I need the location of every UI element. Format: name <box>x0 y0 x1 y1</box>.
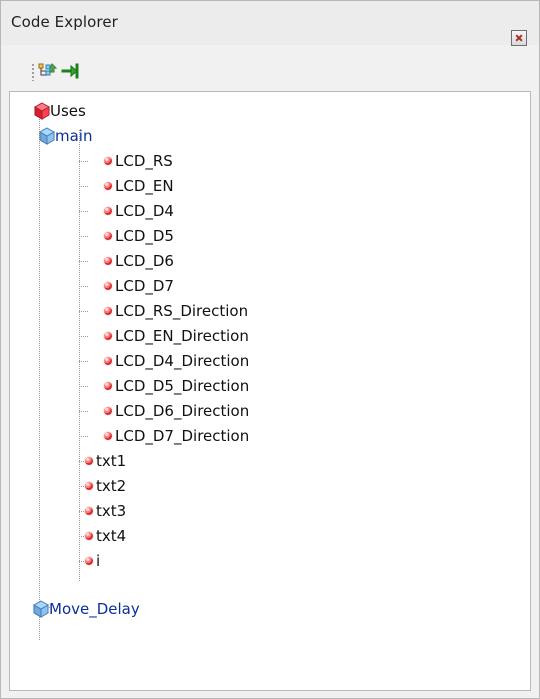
tree-node-label: txt2 <box>96 477 127 495</box>
tree-node-label: LCD_EN <box>115 177 174 195</box>
tree-node-label: Move_Delay <box>49 600 140 618</box>
field-dot-icon <box>85 507 93 515</box>
tree-connector <box>79 336 89 337</box>
tree-connector <box>79 311 89 312</box>
red-cube-icon <box>33 102 51 120</box>
tree-node-label: LCD_D4_Direction <box>115 352 250 370</box>
field-dot-icon <box>85 457 93 465</box>
blue-cube-icon <box>32 600 50 618</box>
tree-view[interactable]: Uses main LCD_RS LCD_EN LCD_D4 LCD_D5 LCD_D6 LC… <box>10 92 530 690</box>
tree-node-label: LCD_D6 <box>115 252 174 270</box>
tree-node-label: LCD_RS <box>115 152 173 170</box>
tree-node-label: LCD_RS_Direction <box>115 302 249 320</box>
field-dot-icon <box>85 482 93 490</box>
tree-node-label: txt4 <box>96 527 127 545</box>
tree-node-label: LCD_D4 <box>115 202 174 220</box>
tree-node-label: txt1 <box>96 452 127 470</box>
tree-node-label: LCD_D5_Direction <box>115 377 250 395</box>
tree-connector <box>79 411 89 412</box>
tree-connector <box>79 361 89 362</box>
field-dot-icon <box>104 182 112 190</box>
tree-connector <box>79 386 89 387</box>
tree-connector <box>79 286 89 287</box>
title-bar: Code Explorer <box>1 1 539 46</box>
field-dot-icon <box>104 232 112 240</box>
tree-node-label: txt3 <box>96 502 127 520</box>
jump-button[interactable] <box>61 61 81 81</box>
tree-connector <box>79 261 89 262</box>
tree-node-label: Uses <box>50 102 86 120</box>
field-dot-icon <box>104 382 112 390</box>
toolbar-grip-icon[interactable] <box>31 63 35 81</box>
tree-node-label: LCD_D7_Direction <box>115 427 250 445</box>
field-dot-icon <box>104 307 112 315</box>
field-dot-icon <box>85 532 93 540</box>
tree-node-label: LCD_D7 <box>115 277 174 295</box>
toolbar <box>9 55 529 85</box>
go-to-icon <box>61 63 79 79</box>
tree-connector <box>79 436 89 437</box>
blue-cube-icon <box>38 127 56 145</box>
window-title: Code Explorer <box>11 13 118 31</box>
tree-connector <box>79 211 89 212</box>
tree-node-label: LCD_EN_Direction <box>115 327 249 345</box>
tree-node-label: LCD_D6_Direction <box>115 402 250 420</box>
tree-connector <box>79 186 89 187</box>
tree-node-label: main <box>55 127 93 145</box>
tree-node-label: i <box>96 552 101 570</box>
close-button[interactable] <box>511 30 527 46</box>
tree-connector <box>39 109 40 641</box>
expand-arrow-icon[interactable] <box>10 128 13 142</box>
field-dot-icon <box>104 432 112 440</box>
field-dot-icon <box>104 332 112 340</box>
tree-outline-button[interactable] <box>38 61 58 81</box>
field-dot-icon <box>104 407 112 415</box>
field-dot-icon <box>104 282 112 290</box>
tree-outline-icon <box>38 63 58 76</box>
tree-node-label: LCD_D5 <box>115 227 174 245</box>
code-explorer-panel: Code Explorer Uses main LCD_RS LCD_EN LCD_D4… <box>0 0 540 699</box>
field-dot-icon <box>85 557 93 565</box>
field-dot-icon <box>104 357 112 365</box>
tree-connector <box>79 236 89 237</box>
field-dot-icon <box>104 207 112 215</box>
tree-connector <box>79 161 89 162</box>
field-dot-icon <box>104 157 112 165</box>
field-dot-icon <box>104 257 112 265</box>
code-explorer-tree-panel[interactable]: Uses main LCD_RS LCD_EN LCD_D4 LCD_D5 LCD_D6 LC… <box>9 91 531 691</box>
tree-connector <box>79 130 80 581</box>
